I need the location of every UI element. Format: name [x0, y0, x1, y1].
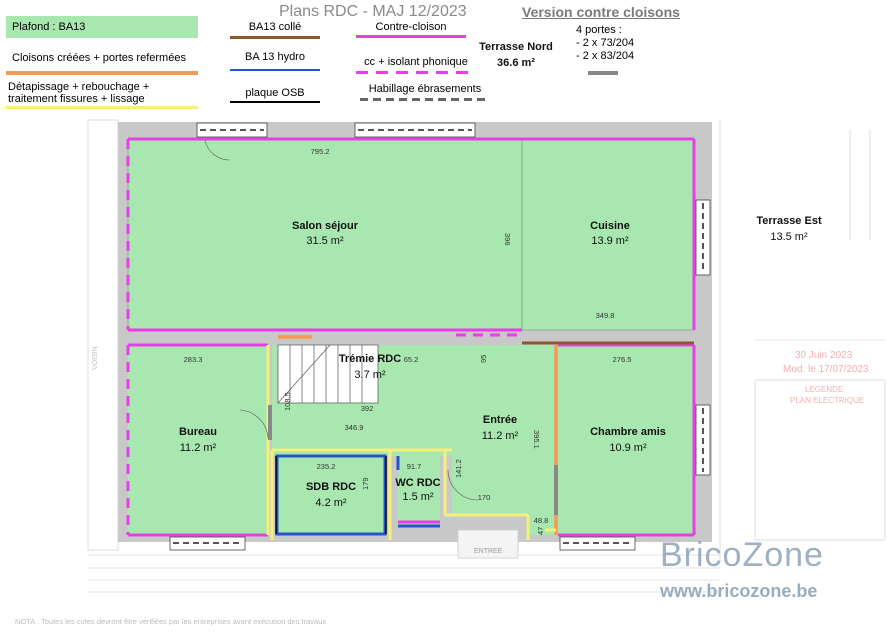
area-sdb: 4.2 m² — [315, 497, 347, 509]
area-salon: 31.5 m² — [306, 235, 344, 247]
label-cuisine: Cuisine — [590, 220, 630, 232]
area-entree: 11.2 m² — [482, 430, 519, 442]
note-text: NOTA : Toutes les cotes devront être vér… — [15, 617, 326, 626]
dim-d10: 346.9 — [345, 423, 364, 432]
dim-d18: 47 — [536, 527, 545, 535]
label-bureau: Bureau — [179, 426, 217, 438]
date2-text: Mod. le 17/07/2023 — [783, 364, 869, 375]
dim-d5: 65.2 — [404, 355, 419, 364]
area-terrasse-nord: 36.6 m² — [497, 57, 535, 69]
area-wc: 1.5 m² — [402, 491, 434, 503]
area-terrasse-est: 13.5 m² — [770, 231, 808, 243]
dim-d14: 179 — [361, 477, 370, 490]
room-bureau — [128, 345, 268, 535]
dim-d7: 276.5 — [613, 355, 632, 364]
dim-d11: 395.1 — [532, 430, 541, 449]
watermark-url: www.bricozone.be — [660, 581, 818, 601]
entree-sign: ENTREE — [474, 548, 503, 555]
dim-d13: 91.7 — [407, 462, 422, 471]
dim-d8: 392 — [361, 404, 374, 413]
area-cuisine: 13.9 m² — [591, 235, 629, 247]
dim-d2: 396 — [503, 233, 512, 246]
dim-d16: 170 — [478, 493, 491, 502]
legende2-text: PLAN ELECTRIQUE — [790, 396, 864, 405]
label-wc: WC RDC — [395, 477, 440, 489]
dim-d17: 48.8 — [534, 516, 549, 525]
label-salon: Salon séjour — [292, 220, 359, 232]
watermark-brand: BricoZone — [660, 536, 824, 574]
label-chambre: Chambre amis — [590, 426, 666, 438]
date1-text: 30 Juin 2023 — [795, 350, 853, 361]
label-terrasse-nord: Terrasse Nord — [479, 41, 553, 53]
label-sdb: SDB RDC — [306, 481, 356, 493]
dim-d3: 349.8 — [596, 311, 615, 320]
room-chambre — [558, 345, 694, 535]
dim-d6: 95 — [479, 355, 488, 363]
dim-d9: 108.5 — [283, 392, 292, 411]
label-entree: Entrée — [483, 414, 517, 426]
area-chambre: 10.9 m² — [609, 442, 647, 454]
voisin-label: VOISIN — [92, 346, 99, 370]
room-corridor — [272, 440, 452, 456]
dim-d15: 141.2 — [454, 459, 463, 478]
label-tremie: Trémie RDC — [339, 353, 401, 365]
area-tremie: 3.7 m² — [354, 369, 386, 381]
dim-d1: 795.2 — [311, 147, 330, 156]
legende1-text: LEGENDE — [805, 385, 843, 394]
dim-d4: 283.3 — [184, 355, 203, 364]
area-bureau: 11.2 m² — [180, 442, 217, 454]
dim-d12: 235.2 — [317, 462, 336, 471]
label-terrasse-est: Terrasse Est — [756, 215, 822, 227]
